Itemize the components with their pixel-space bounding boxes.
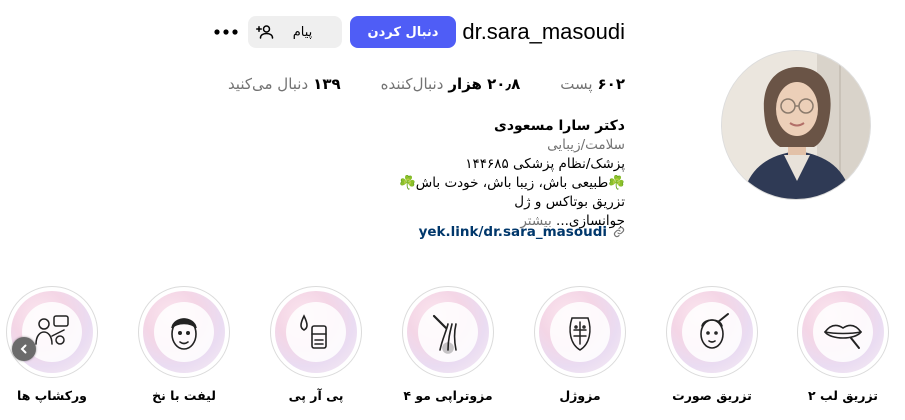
highlight-label: پی آر پی <box>288 388 344 403</box>
bio-line: ☘️طبیعی باش، زیبا باش، خودت باش☘️ <box>399 175 625 191</box>
stat-following[interactable]: ۱۳۹ دنبال می‌کنید <box>228 75 341 93</box>
posts-label: پست <box>560 75 593 93</box>
profile-stats: ۶۰۲ پست ۲۰٫۸ هزار دنبال‌کننده ۱۳۹ دنبال … <box>228 75 625 93</box>
highlight-cover[interactable] <box>402 286 494 378</box>
highlight-cover[interactable] <box>797 286 889 378</box>
highlight-item[interactable]: پی آر پی <box>266 286 366 403</box>
story-highlights: تزریق لب ۲ تزریق صورت مزوژل مزوتراپی مو … <box>0 286 905 411</box>
lips-icon <box>823 324 863 349</box>
highlight-cover[interactable] <box>6 286 98 378</box>
bio-link-text[interactable]: yek.link/dr.sara_masoudi <box>419 224 607 240</box>
more-options-button[interactable] <box>212 18 240 46</box>
highlight-item[interactable]: مزوژل <box>530 286 630 403</box>
highlight-label: مزوتراپی مو ۴ <box>403 388 493 403</box>
profile-full-name: دکتر سارا مسعودی <box>494 118 625 134</box>
highlight-label: تزریق صورت <box>672 388 752 403</box>
followers-label: دنبال‌کننده <box>380 75 444 93</box>
profile-username: dr.sara_masoudi <box>462 19 625 44</box>
face-mesh-icon <box>569 317 591 351</box>
profile-category: سلامت/زیبایی <box>547 137 625 153</box>
add-user-button[interactable] <box>248 16 282 48</box>
stat-posts: ۶۰۲ پست <box>560 75 625 93</box>
hair-mesotherapy-icon <box>432 314 457 354</box>
profile-bio: دکتر سارا مسعودی سلامت/زیبایی پزشک/نظام … <box>365 117 625 231</box>
follow-button[interactable]: دنبال کردن <box>350 16 456 48</box>
highlight-item[interactable]: تزریق صورت <box>662 286 762 403</box>
highlight-item[interactable]: مزوتراپی مو ۴ <box>398 286 498 403</box>
link-icon <box>613 226 625 238</box>
highlight-item[interactable]: لیفت با نخ <box>134 286 234 403</box>
posts-count: ۶۰۲ <box>597 75 625 93</box>
highlight-label: تزریق لب ۲ <box>808 388 878 403</box>
prp-tube-icon <box>300 314 327 349</box>
highlight-cover[interactable] <box>138 286 230 378</box>
face-injection-icon <box>700 313 729 349</box>
stat-followers[interactable]: ۲۰٫۸ هزار دنبال‌کننده <box>381 75 521 93</box>
highlight-label: مزوژل <box>559 388 601 403</box>
highlight-item[interactable]: تزریق لب ۲ <box>793 286 893 403</box>
bio-line: پزشک/نظام پزشکی ۱۴۴۶۸۵ <box>465 156 625 172</box>
workshop-icon <box>35 315 69 345</box>
ellipsis-icon <box>214 29 238 35</box>
profile-avatar[interactable] <box>721 50 871 200</box>
chevron-left-icon <box>20 344 27 354</box>
highlight-label: لیفت با نخ <box>152 388 216 403</box>
thread-lift-icon <box>171 318 197 350</box>
highlight-label: ورکشاپ ها <box>17 388 87 403</box>
bio-external-link[interactable]: yek.link/dr.sara_masoudi <box>419 224 625 240</box>
following-label: دنبال می‌کنید <box>227 75 309 93</box>
highlight-cover[interactable] <box>666 286 758 378</box>
bio-line: تزریق بوتاکس و ژل <box>514 194 625 210</box>
add-person-icon <box>256 25 274 39</box>
highlight-cover[interactable] <box>534 286 626 378</box>
followers-count: ۲۰٫۸ هزار <box>448 75 521 93</box>
highlight-cover[interactable] <box>270 286 362 378</box>
following-count: ۱۳۹ <box>313 75 341 93</box>
